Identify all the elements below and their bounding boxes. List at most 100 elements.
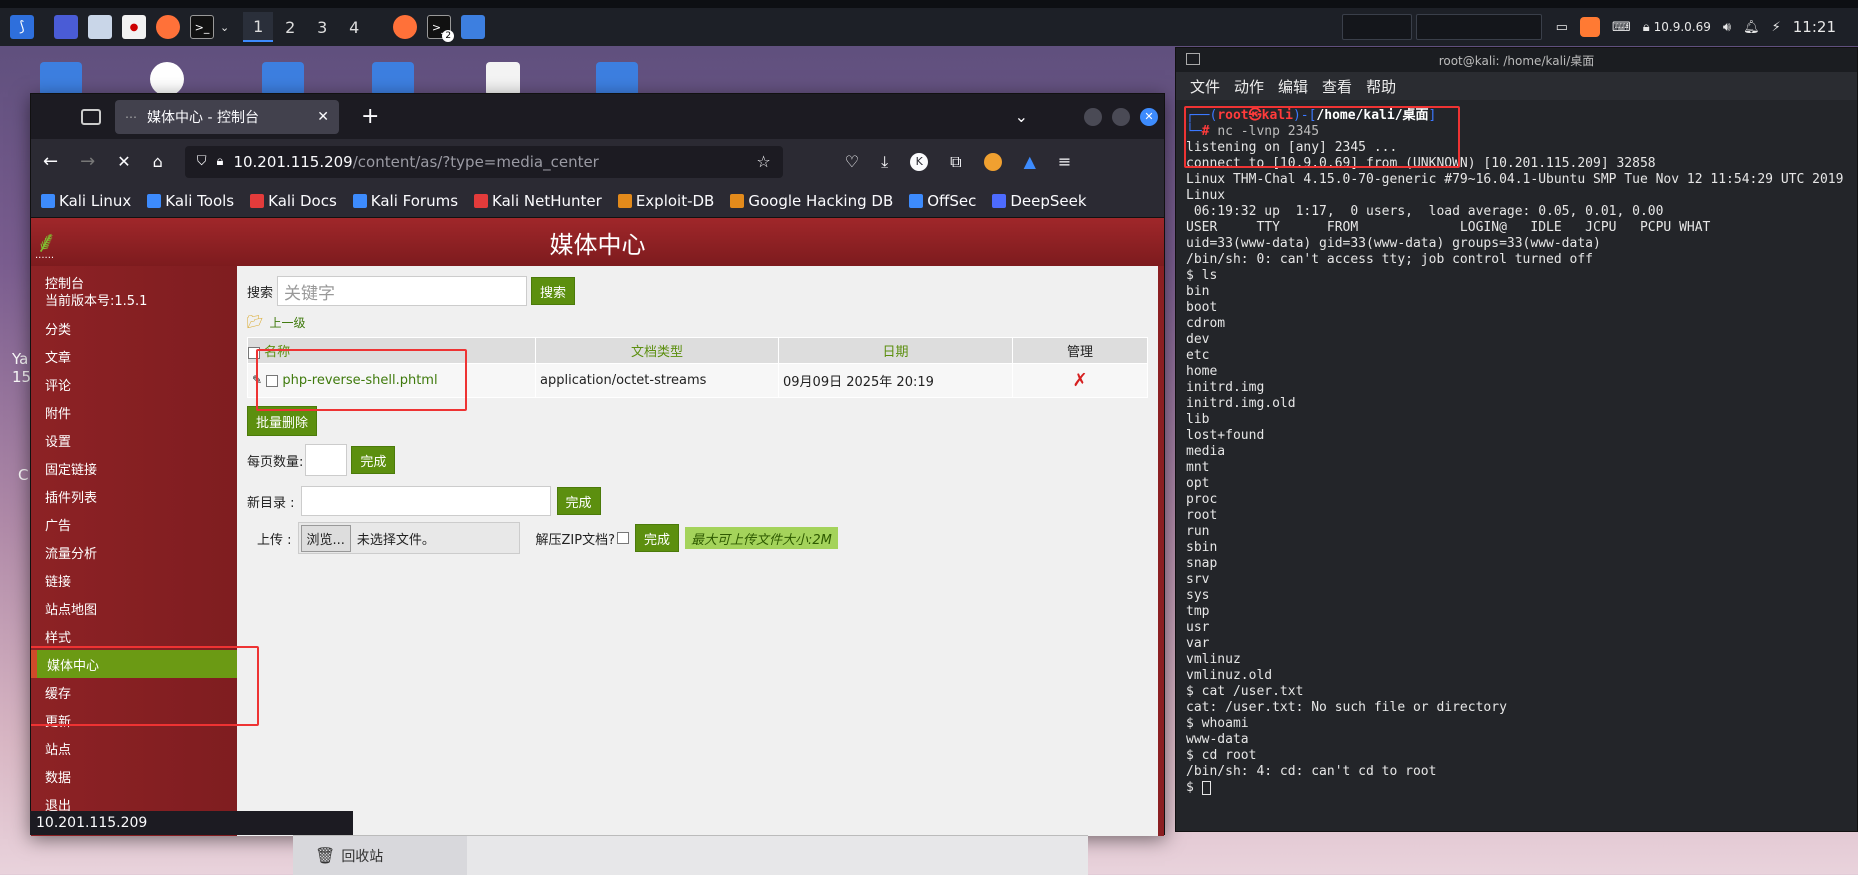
extension-orange-icon[interactable] <box>983 152 1002 171</box>
tab-overview-icon[interactable] <box>81 108 101 125</box>
sidebar-item-links[interactable]: 链接 <box>31 566 237 594</box>
bookmark-kali-nethunter[interactable]: Kali NetHunter <box>474 192 602 210</box>
extensions-icon[interactable]: ⧉ <box>950 152 961 172</box>
terminal-menu-action[interactable]: 动作 <box>1234 76 1264 97</box>
forward-arrow-icon[interactable]: → <box>80 151 95 172</box>
account-icon[interactable]: K <box>910 152 929 171</box>
new-dir-input[interactable] <box>300 486 551 516</box>
menu-icon[interactable]: ≡ <box>1058 152 1071 171</box>
sidebar-item-category[interactable]: 分类 <box>31 314 237 342</box>
stop-loading-icon[interactable]: ✕ <box>117 152 130 171</box>
desktop-folder-icon[interactable] <box>262 62 304 96</box>
bookmark-kali-tools[interactable]: Kali Tools <box>147 192 234 210</box>
bookmark-exploit-db[interactable]: Exploit-DB <box>617 192 714 210</box>
minimize-button[interactable] <box>1084 107 1102 126</box>
per-page-done-button[interactable]: 完成 <box>351 446 396 474</box>
notification-bell-icon[interactable]: 🔔︎ <box>1743 20 1760 35</box>
firefox-icon[interactable] <box>156 15 180 39</box>
folder-window-icon[interactable] <box>461 15 486 39</box>
workspace-4[interactable]: 4 <box>339 12 369 42</box>
desktop-app-icon[interactable] <box>150 62 184 96</box>
desktop-document-icon[interactable] <box>486 62 520 96</box>
maximize-button[interactable] <box>1112 107 1130 126</box>
firefox-window-icon[interactable] <box>393 15 418 39</box>
bookmark-star-icon[interactable]: ☆ <box>756 152 770 171</box>
delete-icon[interactable]: ✗ <box>1072 370 1087 391</box>
text-editor-icon[interactable]: ● <box>122 15 146 39</box>
trash-label[interactable]: 回收站 <box>341 846 383 866</box>
sidebar-item-traffic[interactable]: 流量分析 <box>31 538 237 566</box>
version-text: 当前版本号:1.5.1 <box>45 294 148 309</box>
bookmark-kali-forums[interactable]: Kali Forums <box>352 192 458 210</box>
web-page: ⸙ ...... 媒体中心 控制台 当前版本号:1.5.1 分类 文章 评论 附… <box>31 218 1164 836</box>
up-level-link[interactable]: 上一级 <box>270 314 306 331</box>
bookmark-kali-docs[interactable]: Kali Docs <box>250 192 337 210</box>
terminal-line: $ whoami <box>1186 716 1249 731</box>
sidebar-item-settings[interactable]: 设置 <box>31 426 237 454</box>
tab-media-center[interactable]: ⋯ 媒体中心 - 控制台 ✕ <box>115 99 339 134</box>
sidebar-item-articles[interactable]: 文章 <box>31 342 237 370</box>
keyboard-icon[interactable]: ⌨ <box>1612 20 1631 35</box>
page-title: 媒体中心 <box>549 230 646 259</box>
shield-icon[interactable]: ⛉ <box>197 154 207 169</box>
terminal-window-icon[interactable]: >_ 2 <box>427 15 455 42</box>
sidebar-item-ads[interactable]: 广告 <box>31 510 237 538</box>
volume-icon[interactable]: 🔊︎ <box>1723 20 1731 35</box>
terminal-icon[interactable]: >_ <box>190 15 214 39</box>
back-arrow-icon[interactable]: ← <box>43 151 58 172</box>
bookmark-google-hacking-db[interactable]: Google Hacking DB <box>730 192 893 210</box>
terminal-menu-view[interactable]: 查看 <box>1322 76 1352 97</box>
file-upload-input[interactable]: 浏览... 未选择文件。 <box>297 522 520 554</box>
terminal-output[interactable]: ┌──(root㉿kali)-[/home/kali/桌面] └─# nc -lv… <box>1176 100 1857 796</box>
insecure-lock-icon[interactable]: 🔒︎ <box>217 154 224 169</box>
tab-list-chevron-icon[interactable]: ⌄ <box>1015 107 1028 126</box>
sidebar-console-link[interactable]: 控制台 <box>45 276 237 293</box>
nethunter-icon <box>474 193 489 208</box>
sidebar-item-plugins[interactable]: 插件列表 <box>31 482 237 510</box>
power-icon[interactable]: ⚡︎ <box>1772 20 1781 35</box>
search-input[interactable]: 关键字 <box>277 276 528 306</box>
pocket-icon[interactable]: ♡ <box>845 152 859 171</box>
terminal-line: /bin/sh: 4: cd: can't cd to root <box>1186 764 1437 779</box>
workspace-3[interactable]: 3 <box>307 12 337 42</box>
url-bar[interactable]: ⛉ 🔒︎ 10.201.115.209/content/as/?type=med… <box>184 145 783 178</box>
sidebar-item-comments[interactable]: 评论 <box>31 370 237 398</box>
bookmark-kali-linux[interactable]: Kali Linux <box>41 192 131 210</box>
sidebar-item-data[interactable]: 数据 <box>31 762 237 790</box>
close-window-button[interactable]: ✕ <box>1140 107 1158 126</box>
sidebar-item-sitemap[interactable]: 站点地图 <box>31 594 237 622</box>
vpn-lock-icon[interactable]: 🔒︎ <box>1643 20 1650 35</box>
per-page-input[interactable] <box>305 444 348 476</box>
monitor-icon[interactable]: ▭ <box>1556 20 1568 35</box>
file-date-cell: 09月09日 2025年 20:19 <box>778 363 1013 398</box>
kali-menu-icon[interactable]: ⟆ <box>10 15 34 39</box>
upload-done-button[interactable]: 完成 <box>635 524 680 552</box>
bookmark-offsec[interactable]: OffSec <box>909 192 976 210</box>
sidebar-item-attachments[interactable]: 附件 <box>31 398 237 426</box>
unzip-checkbox[interactable] <box>617 532 629 544</box>
workspace-2[interactable]: 2 <box>275 12 305 42</box>
show-desktop-icon[interactable] <box>54 15 78 39</box>
close-tab-icon[interactable]: ✕ <box>317 109 329 125</box>
workspace-1[interactable]: 1 <box>243 12 274 42</box>
desktop-folder-icon[interactable] <box>596 62 638 96</box>
terminal-menu-edit[interactable]: 编辑 <box>1278 76 1308 97</box>
chevron-down-icon[interactable]: ⌄ <box>220 21 229 34</box>
desktop-folder-icon[interactable] <box>372 62 414 96</box>
terminal-menu-help[interactable]: 帮助 <box>1366 76 1396 97</box>
sidebar-item-site[interactable]: 站点 <box>31 734 237 762</box>
new-dir-done-button[interactable]: 完成 <box>556 487 601 515</box>
home-icon[interactable]: ⌂ <box>153 152 163 171</box>
new-tab-icon[interactable]: + <box>361 104 379 129</box>
file-manager-icon[interactable] <box>88 15 112 39</box>
cat-icon[interactable] <box>1579 17 1600 37</box>
terminal-menu-file[interactable]: 文件 <box>1190 76 1220 97</box>
sidebar-item-permalinks[interactable]: 固定链接 <box>31 454 237 482</box>
desktop-folder-icon[interactable] <box>40 62 82 96</box>
search-button[interactable]: 搜索 <box>531 277 576 305</box>
terminal-line: vmlinuz <box>1186 652 1241 667</box>
extension-blue-icon[interactable]: ▲ <box>1024 152 1036 171</box>
bookmark-deepseek[interactable]: DeepSeek <box>992 192 1087 210</box>
downloads-icon[interactable]: ⤓ <box>881 152 888 172</box>
browse-button[interactable]: 浏览... <box>300 524 351 552</box>
